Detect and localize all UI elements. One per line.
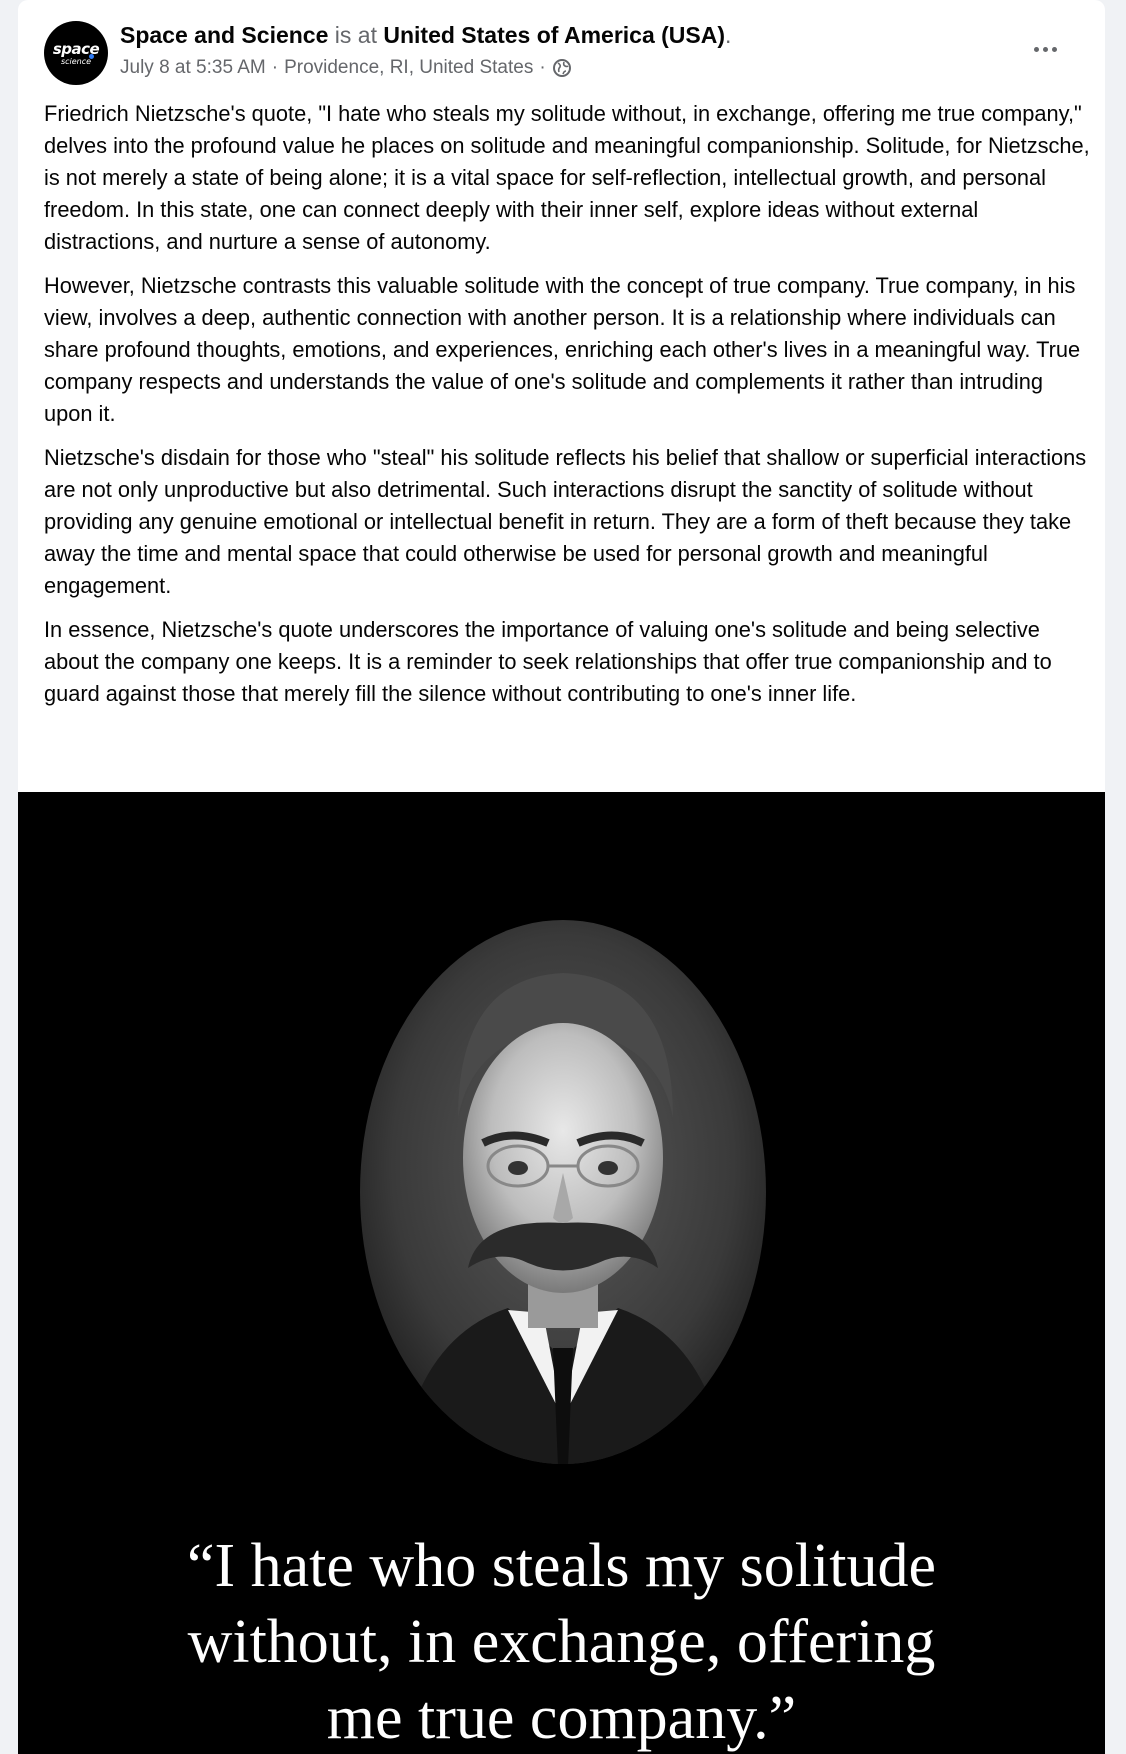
post-title-line: Space and Science is at United States of…: [120, 22, 731, 49]
globe-icon[interactable]: [552, 58, 572, 78]
avatar-logo-top: space: [52, 40, 100, 58]
image-quote: “I hate who steals my solitude without, …: [18, 1528, 1105, 1754]
nietzsche-portrait: [360, 920, 766, 1464]
post-place-link[interactable]: Providence, RI, United States: [284, 57, 533, 79]
post-image[interactable]: “I hate who steals my solitude without, …: [18, 792, 1105, 1754]
more-dot: [1042, 46, 1048, 52]
more-options-icon[interactable]: [1025, 34, 1065, 64]
post-date-link[interactable]: July 8 at 5:35 AM: [120, 57, 266, 79]
quote-line-2: without, in exchange, offering: [187, 1608, 936, 1676]
meta-separator-2: ·: [539, 57, 546, 78]
post-paragraph-1: Friedrich Nietzsche's quote, "I hate who…: [44, 101, 1090, 254]
post-body: Friedrich Nietzsche's quote, "I hate who…: [44, 98, 1094, 722]
post-paragraph-2: However, Nietzsche contrasts this valuab…: [44, 273, 1081, 426]
quote-line-1: “I hate who steals my solitude: [187, 1532, 936, 1600]
page-avatar[interactable]: space science: [44, 21, 108, 85]
quote-line-3: me true company.”: [326, 1684, 797, 1752]
is-at-text: is at: [334, 22, 377, 48]
more-dot: [1033, 46, 1039, 52]
avatar-logo-bottom: science: [60, 57, 92, 66]
page-name-link[interactable]: Space and Science: [120, 22, 328, 48]
post-card: space science Space and Science is at Un…: [18, 0, 1105, 1754]
meta-separator: ·: [271, 57, 279, 78]
more-dot: [1051, 46, 1057, 52]
post-paragraph-3: Nietzsche's disdain for those who "steal…: [44, 445, 1087, 598]
title-period: .: [725, 22, 732, 48]
post-meta: July 8 at 5:35 AM · Providence, RI, Unit…: [120, 57, 572, 79]
location-link[interactable]: United States of America (USA): [383, 22, 725, 48]
post-header: space science Space and Science is at Un…: [18, 0, 1105, 90]
post-paragraph-4: In essence, Nietzsche's quote underscore…: [44, 617, 1052, 706]
